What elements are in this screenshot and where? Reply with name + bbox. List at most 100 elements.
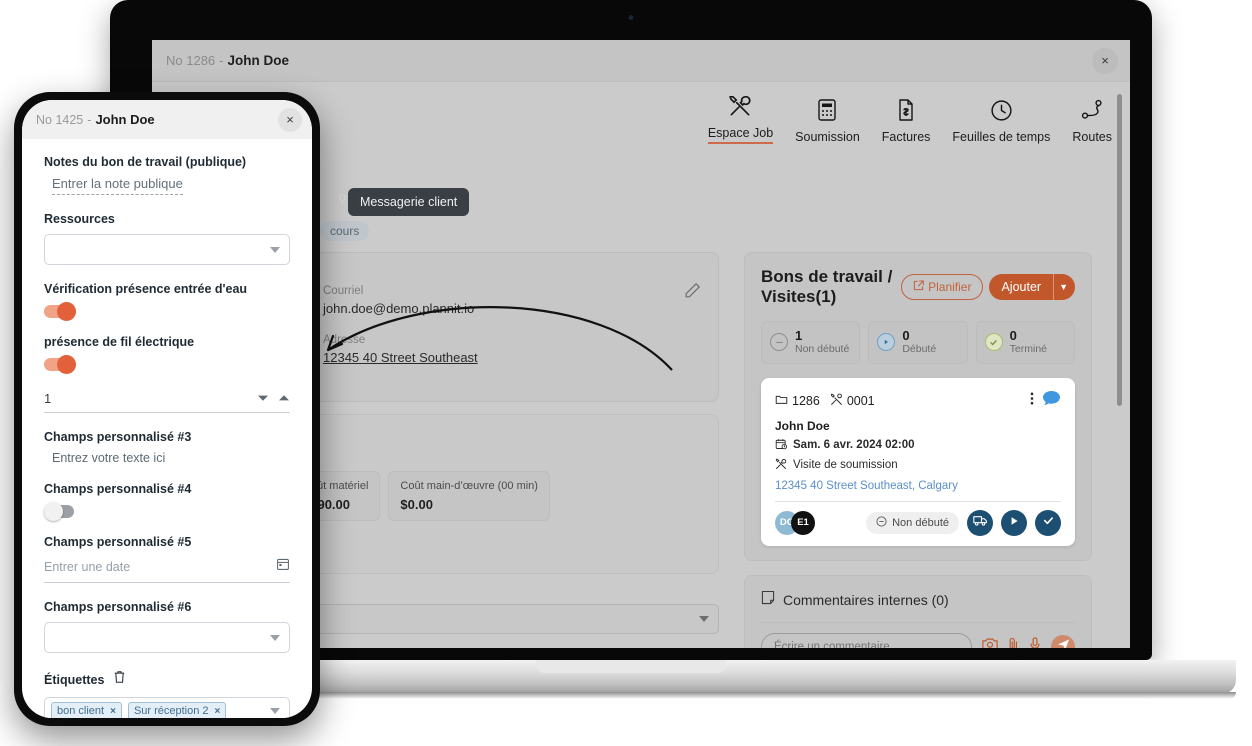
complete-button[interactable] — [1035, 509, 1061, 536]
play-button[interactable] — [1001, 509, 1027, 536]
notes-input[interactable]: Entrer la note publique — [52, 176, 183, 195]
tooltip-label: Messagerie client — [360, 195, 458, 209]
comments-header: Commentaires internes (0) — [761, 590, 1075, 610]
calendar-clock-icon — [775, 438, 787, 453]
resources-select[interactable] — [44, 234, 290, 265]
tags-label: Étiquettes — [44, 672, 105, 687]
pin-icon: ⚲ — [338, 192, 347, 206]
workorder-client-name: John Doe — [775, 418, 830, 433]
comment-input-row: Écrire un commentaire — [761, 632, 1075, 648]
camera-icon[interactable] — [982, 637, 998, 648]
send-button[interactable] — [1051, 634, 1075, 648]
status-count: 0 — [1009, 328, 1017, 343]
top-navigation: Espace Job Soumission Factures Feuilles … — [707, 90, 1112, 144]
kpi-label: Coût main-d’œuvre (00 min) — [400, 480, 538, 492]
phone-window-number: No 1425 — [36, 112, 84, 127]
custom-field-6-select[interactable] — [44, 622, 290, 653]
nav-item-routes[interactable]: Routes — [1072, 94, 1112, 144]
contact-fields: Courriel john.doe@demo.plannit.io Adress… — [323, 285, 700, 365]
workorders-buttons: Planifier Ajouter ▼ — [901, 274, 1075, 300]
nav-label-factures: Factures — [881, 130, 931, 144]
nav-label-feuilles-de-temps: Feuilles de temps — [952, 130, 1051, 144]
tag-remove-icon[interactable]: × — [110, 706, 116, 717]
workorders-title: Bons de travail / Visites(1) — [761, 267, 893, 306]
tag-chip[interactable]: bon client × — [51, 702, 122, 718]
water-check-label: Vérification présence entrée d'eau — [44, 282, 248, 296]
stepper-controls — [257, 389, 290, 407]
avatar[interactable]: E1 — [791, 510, 815, 535]
notes-placeholder: Entrer la note publique — [52, 176, 183, 191]
custom-field-3-placeholder: Entrez votre texte ici — [52, 451, 166, 465]
phone-window-separator: - — [87, 112, 92, 127]
trash-icon[interactable] — [113, 670, 126, 689]
tag-chip[interactable]: Sur réception 2 × — [127, 702, 227, 718]
phone-header: No 1425 - John Doe × — [22, 100, 312, 139]
pencil-icon[interactable] — [683, 281, 702, 305]
workorder-visit: 0001 — [830, 393, 875, 409]
custom-field-4-toggle[interactable] — [44, 502, 74, 521]
status-card-debute[interactable]: 0 Débuté — [868, 321, 968, 364]
nav-item-espace-job[interactable]: Espace Job — [707, 90, 774, 144]
tag-label: bon client — [57, 705, 105, 717]
tag-remove-icon[interactable]: × — [215, 706, 221, 717]
add-button-label: Ajouter — [1001, 280, 1042, 294]
send-icon — [1057, 638, 1070, 648]
add-button[interactable]: Ajouter — [989, 274, 1054, 300]
stepper-up-icon[interactable] — [278, 389, 290, 407]
vertical-scrollbar[interactable] — [1117, 94, 1122, 406]
number-stepper[interactable]: 1 — [44, 389, 290, 413]
toggle-knob — [44, 502, 63, 521]
phone-close-icon[interactable]: × — [278, 107, 302, 132]
play-circle-icon — [877, 333, 896, 352]
toggle-knob — [57, 355, 76, 374]
tags-input[interactable]: bon client × Sur réception 2 × — [44, 697, 290, 718]
workorder-ids: 1286 0001 — [775, 393, 875, 409]
wire-check-toggle[interactable] — [44, 355, 76, 374]
screenshot-root: No 1286 - John Doe × Espace Job Soumissi… — [0, 0, 1252, 746]
wire-check-label: présence de fil électrique — [44, 335, 195, 349]
status-summary-row: 1 Non débuté 0 Débuté 0 Terminé — [761, 321, 1075, 364]
plan-button[interactable]: Planifier — [901, 274, 984, 300]
chat-bubble-icon[interactable] — [1042, 390, 1061, 412]
comments-panel: Commentaires internes (0) Écrire un comm… — [744, 574, 1092, 648]
calendar-icon[interactable] — [276, 557, 290, 576]
workorder-date-row: Sam. 6 avr. 2024 02:00 — [775, 438, 1061, 453]
custom-field-3-input[interactable]: Entrez votre texte ici — [52, 451, 290, 465]
custom-field-5-date-input[interactable]: Entrer une date — [44, 557, 290, 583]
check-icon — [1042, 514, 1055, 532]
workorder-card[interactable]: 1286 0001 John Doe Sam. 6 avr. 2024 02:0… — [761, 377, 1075, 546]
tools-icon — [727, 90, 753, 122]
custom-field-6-label: Champs personnalisé #6 — [44, 600, 192, 614]
notes-label: Notes du bon de travail (publique) — [44, 155, 247, 169]
status-card-non-debute[interactable]: 1 Non débuté — [761, 321, 861, 364]
address-value[interactable]: 12345 40 Street Southeast — [323, 350, 700, 365]
status-label: Débuté — [902, 343, 937, 356]
add-dropdown-button[interactable]: ▼ — [1053, 274, 1075, 300]
tooltip-messagerie-client: ⚲ Messagerie client — [338, 188, 470, 216]
water-check-toggle[interactable] — [44, 302, 76, 321]
status-chip[interactable]: cours — [320, 221, 370, 241]
nav-item-factures[interactable]: Factures — [881, 94, 931, 144]
truck-button[interactable] — [967, 509, 993, 536]
tag-label: Sur réception 2 — [133, 705, 209, 717]
window-client-name: John Doe — [227, 53, 290, 68]
window-number: No 1286 — [166, 53, 216, 68]
microphone-icon[interactable] — [1029, 637, 1041, 648]
calculator-icon — [816, 94, 838, 126]
status-card-termine[interactable]: 0 Terminé — [975, 321, 1075, 364]
comment-input[interactable]: Écrire un commentaire — [761, 632, 972, 648]
status-badge-label: Non débuté — [892, 516, 949, 529]
workorders-panel: Bons de travail / Visites(1) Planifier A… — [744, 252, 1092, 561]
kebab-menu-icon[interactable] — [1030, 391, 1034, 411]
workorder-address[interactable]: 12345 40 Street Southeast, Calgary — [775, 480, 1061, 492]
status-badge[interactable]: Non débuté — [866, 511, 959, 534]
paperclip-icon[interactable] — [1008, 637, 1019, 648]
stepper-down-icon[interactable] — [257, 389, 269, 407]
custom-field-5-placeholder: Entrer une date — [44, 559, 131, 574]
workorders-header: Bons de travail / Visites(1) Planifier A… — [761, 267, 1075, 307]
nav-item-soumission[interactable]: Soumission — [795, 94, 860, 144]
workorder-card-footer: DO E1 Non débuté — [775, 509, 1061, 536]
status-count: 0 — [902, 328, 910, 343]
close-icon[interactable]: × — [1092, 47, 1118, 74]
nav-item-feuilles-de-temps[interactable]: Feuilles de temps — [952, 94, 1050, 144]
